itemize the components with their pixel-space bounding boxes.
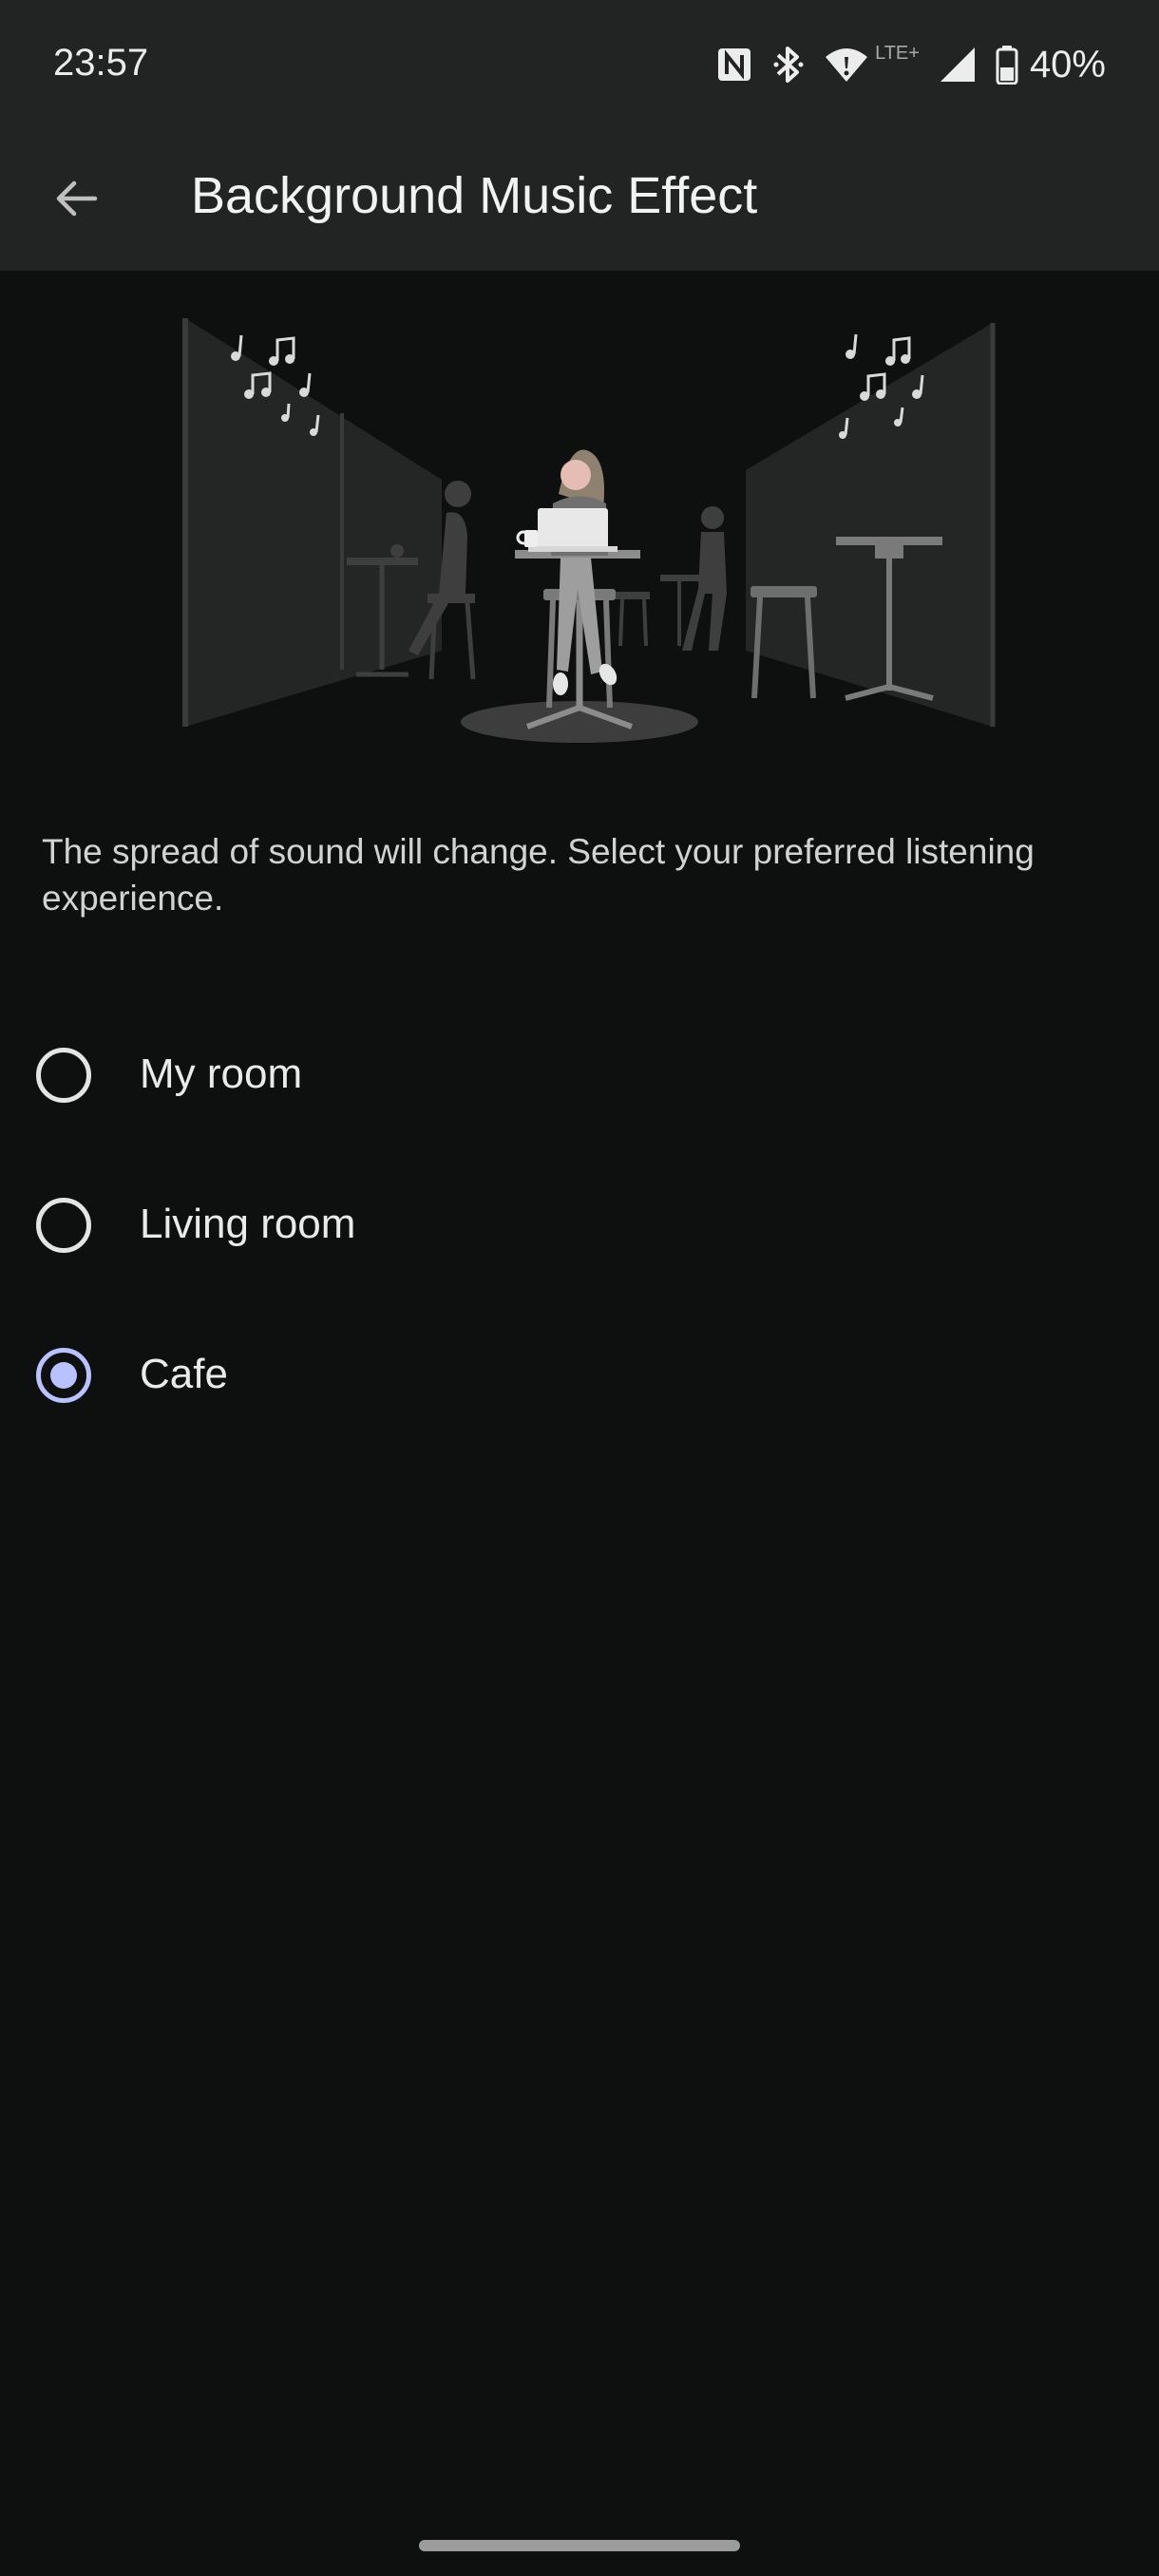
- network-type-label: LTE+: [875, 42, 920, 64]
- radio-button[interactable]: [36, 1048, 91, 1103]
- radio-dot: [50, 1362, 77, 1389]
- cell-signal-icon: [939, 46, 977, 84]
- radio-button-selected[interactable]: [36, 1348, 91, 1403]
- battery-icon: [996, 45, 1018, 85]
- option-label: Cafe: [140, 1351, 228, 1397]
- option-label: My room: [140, 1051, 303, 1097]
- battery-percent: 40%: [1029, 43, 1106, 85]
- status-bar: 23:57 LTE+ 40%: [0, 0, 1159, 128]
- description-text: The spread of sound will change. Select …: [42, 832, 1035, 918]
- arrow-left-icon: [53, 176, 99, 226]
- home-indicator[interactable]: [419, 2540, 740, 2551]
- app-bar: Background Music Effect: [0, 128, 1159, 271]
- option-label: Living room: [140, 1201, 356, 1247]
- status-icons: LTE+ 40%: [715, 38, 1106, 91]
- option-cafe[interactable]: Cafe: [0, 1309, 1159, 1442]
- radio-button[interactable]: [36, 1198, 91, 1253]
- option-living-room[interactable]: Living room: [0, 1159, 1159, 1292]
- option-my-room[interactable]: My room: [0, 1009, 1159, 1142]
- bluetooth-icon: [772, 44, 805, 85]
- wifi-icon: [824, 46, 869, 84]
- nfc-icon: [715, 46, 753, 84]
- back-button[interactable]: [38, 162, 114, 238]
- status-time: 23:57: [53, 42, 149, 84]
- cafe-illustration: [180, 309, 998, 755]
- page-title: Background Music Effect: [191, 167, 758, 224]
